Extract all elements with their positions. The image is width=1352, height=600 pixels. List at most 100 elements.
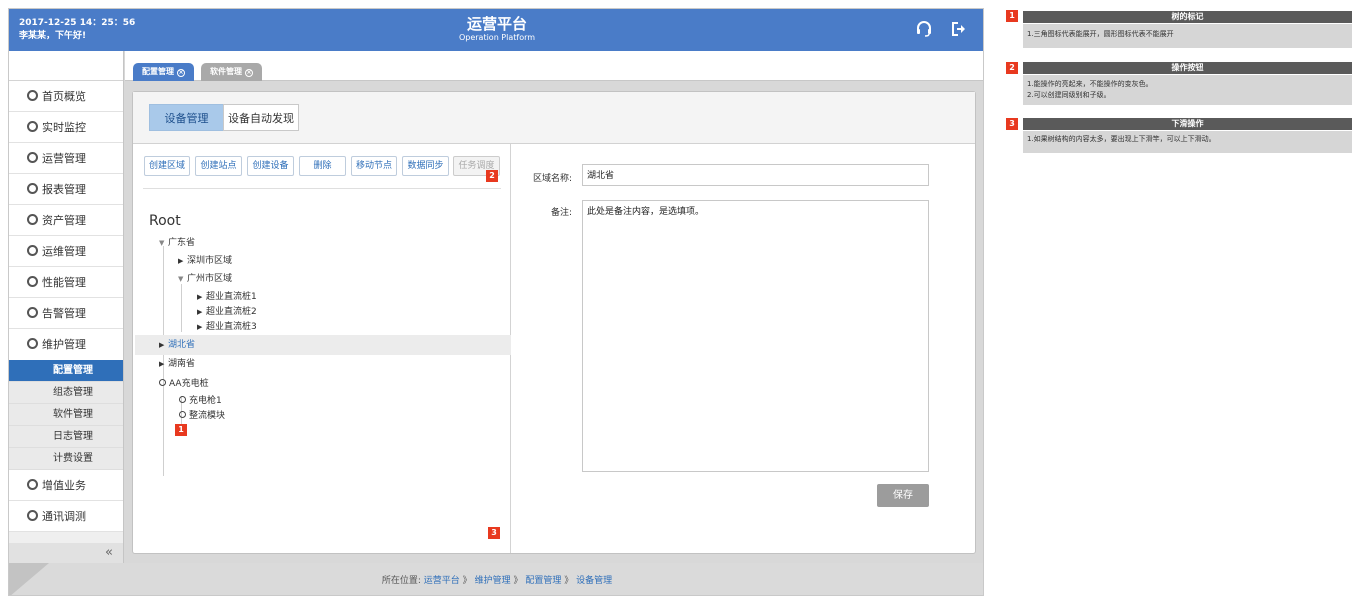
tree-node-shenzhen[interactable]: ▶ 深圳市区域 <box>178 255 232 267</box>
tree-node-rectifier[interactable]: 整流模块 <box>179 410 225 422</box>
create-station-button[interactable]: 创建站点 <box>195 156 242 176</box>
caret-right-icon[interactable]: ▶ <box>159 339 168 351</box>
gear-icon <box>27 152 38 163</box>
tab-label: 配置管理 <box>142 67 174 76</box>
wrench-icon <box>27 338 38 349</box>
title-en: Operation Platform <box>458 33 536 42</box>
signal-icon <box>27 510 38 521</box>
sidebar-item-alarms[interactable]: 告警管理 <box>9 298 123 329</box>
sidebar-item-label: 首页概览 <box>42 90 86 103</box>
collapse-sidebar-button[interactable]: « <box>9 543 123 563</box>
submenu-item-logs[interactable]: 日志管理 <box>9 426 123 448</box>
main-panel: 设备管理 设备自动发现 创建区域 创建站点 创建设备 删除 移动节点 数据同步 … <box>132 91 976 554</box>
sidebar-item-label: 增值业务 <box>42 479 86 492</box>
caret-right-icon[interactable]: ▶ <box>178 255 187 267</box>
caret-right-icon[interactable]: ▶ <box>197 291 206 303</box>
sidebar-item-operations[interactable]: 运营管理 <box>9 143 123 174</box>
tree-node-label: 超业直流桩2 <box>206 307 257 317</box>
close-icon[interactable]: × <box>177 69 185 77</box>
sidebar-item-reports[interactable]: 报表管理 <box>9 174 123 205</box>
title-cn: 运营平台 <box>466 15 527 33</box>
caret-right-icon[interactable]: ▶ <box>159 358 168 370</box>
caret-right-icon[interactable]: ▶ <box>197 306 206 318</box>
submenu-item-topology[interactable]: 组态管理 <box>9 382 123 404</box>
tree-node-label: 深圳市区域 <box>187 256 233 266</box>
annotation-body-2: 1.能操作的亮起来，不能操作的变灰色。 2.可以创建同级别和子级。 <box>1023 75 1352 105</box>
move-node-button[interactable]: 移动节点 <box>351 156 397 176</box>
sidebar-item-comm-test[interactable]: 通讯调测 <box>9 501 123 532</box>
breadcrumb-current[interactable]: 设备管理 <box>576 576 612 586</box>
sidebar-item-maintenance[interactable]: 维护管理 <box>9 329 123 360</box>
breadcrumb-link[interactable]: 运营平台 <box>424 576 460 586</box>
region-name-label: 区域名称: <box>532 174 572 184</box>
logout-icon[interactable] <box>950 20 968 38</box>
submenu-item-config[interactable]: 配置管理 <box>9 360 123 382</box>
region-name-input[interactable]: 湖北省 <box>582 164 929 186</box>
bar-chart-icon <box>27 183 38 194</box>
tree-node-hunan[interactable]: ▶ 湖南省 <box>159 358 195 370</box>
tree-root[interactable]: Root <box>149 213 181 229</box>
subtab-auto-discovery[interactable]: 设备自动发现 <box>223 104 299 131</box>
annotation-title-2: 操作按钮 <box>1023 62 1352 74</box>
breadcrumb-link[interactable]: 维护管理 <box>475 576 511 586</box>
delete-button[interactable]: 删除 <box>299 156 346 176</box>
alert-icon <box>27 307 38 318</box>
tree-guide-line <box>181 284 182 332</box>
save-button[interactable]: 保存 <box>877 484 929 507</box>
sidebar-item-value-added[interactable]: 增值业务 <box>9 470 123 501</box>
tree-node-label: 湖南省 <box>168 359 196 369</box>
tree-node-label: 广东省 <box>168 238 196 248</box>
caret-right-icon[interactable]: ▶ <box>197 321 206 333</box>
tab-strip: 配置管理 × 软件管理 × <box>125 51 983 81</box>
tab-label: 软件管理 <box>210 67 242 76</box>
breadcrumb-link[interactable]: 配置管理 <box>525 576 561 586</box>
sidebar-item-monitor[interactable]: 实时监控 <box>9 112 123 143</box>
tree-node-hubei[interactable]: ▶ 湖北省 <box>159 339 195 351</box>
submenu-item-billing[interactable]: 计费设置 <box>9 448 123 470</box>
submenu-item-software[interactable]: 软件管理 <box>9 404 123 426</box>
tree-node-aa-pile[interactable]: AA充电桩 <box>159 378 209 390</box>
create-device-button[interactable]: 创建设备 <box>247 156 294 176</box>
tree-node-label: 湖北省 <box>168 340 196 350</box>
caret-down-icon[interactable]: ▼ <box>178 273 187 285</box>
annotation-number-2: 2 <box>1006 62 1018 74</box>
arrow-circle-icon <box>27 245 38 256</box>
headset-icon[interactable] <box>915 20 933 38</box>
sidebar-item-performance[interactable]: 性能管理 <box>9 267 123 298</box>
tab-software[interactable]: 软件管理 × <box>201 63 262 81</box>
sidebar-item-home[interactable]: 首页概览 <box>9 81 123 112</box>
tab-config[interactable]: 配置管理 × <box>133 63 194 81</box>
toolbar-divider <box>143 188 501 189</box>
create-region-button[interactable]: 创建区域 <box>144 156 190 176</box>
tree-node-label: 广州市区域 <box>187 274 233 284</box>
breadcrumb-separator: 》 <box>561 576 574 586</box>
tree-node-pile-1[interactable]: ▶ 超业直流桩1 <box>197 291 257 303</box>
sidebar-item-label: 报表管理 <box>42 183 86 196</box>
gauge-icon <box>27 276 38 287</box>
breadcrumb-separator: 》 <box>459 576 472 586</box>
tree-node-gun-1[interactable]: 充电枪1 <box>179 395 222 407</box>
close-icon[interactable]: × <box>245 69 253 77</box>
data-sync-button[interactable]: 数据同步 <box>402 156 449 176</box>
circle-icon <box>159 379 166 386</box>
tree-node-pile-3[interactable]: ▶ 超业直流桩3 <box>197 321 257 333</box>
note-textarea[interactable]: 此处是备注内容，是选填项。 <box>582 200 929 472</box>
tree-node-guangzhou[interactable]: ▼ 广州市区域 <box>178 273 232 285</box>
sidebar-top-spacer <box>9 51 123 81</box>
app-window: 2017-12-25 14：25：56 李某某，下午好! 运营平台 Operat… <box>8 8 984 596</box>
sidebar-item-assets[interactable]: 资产管理 <box>9 205 123 236</box>
breadcrumb-prefix: 所在位置: <box>381 576 421 586</box>
sidebar-item-label: 性能管理 <box>42 276 86 289</box>
tree-node-label: 超业直流桩3 <box>206 322 257 332</box>
plus-circle-icon <box>27 479 38 490</box>
sidebar-item-ops-maintenance[interactable]: 运维管理 <box>9 236 123 267</box>
tree-node-guangdong[interactable]: ▼ 广东省 <box>159 237 195 249</box>
breadcrumb: 所在位置: 运营平台 》 维护管理 》 配置管理 》 设备管理 <box>9 573 983 586</box>
subtab-device-management[interactable]: 设备管理 <box>149 104 224 131</box>
tree-node-pile-2[interactable]: ▶ 超业直流桩2 <box>197 306 257 318</box>
marker-2: 2 <box>486 170 498 182</box>
caret-down-icon[interactable]: ▼ <box>159 237 168 249</box>
annotation-line: 2.可以创建同级别和子级。 <box>1027 91 1111 99</box>
annotation-body-3: 1.如果树结构的内容太多，要出现上下滑竿，可以上下滑动。 <box>1023 131 1352 153</box>
marker-1: 1 <box>175 424 187 436</box>
